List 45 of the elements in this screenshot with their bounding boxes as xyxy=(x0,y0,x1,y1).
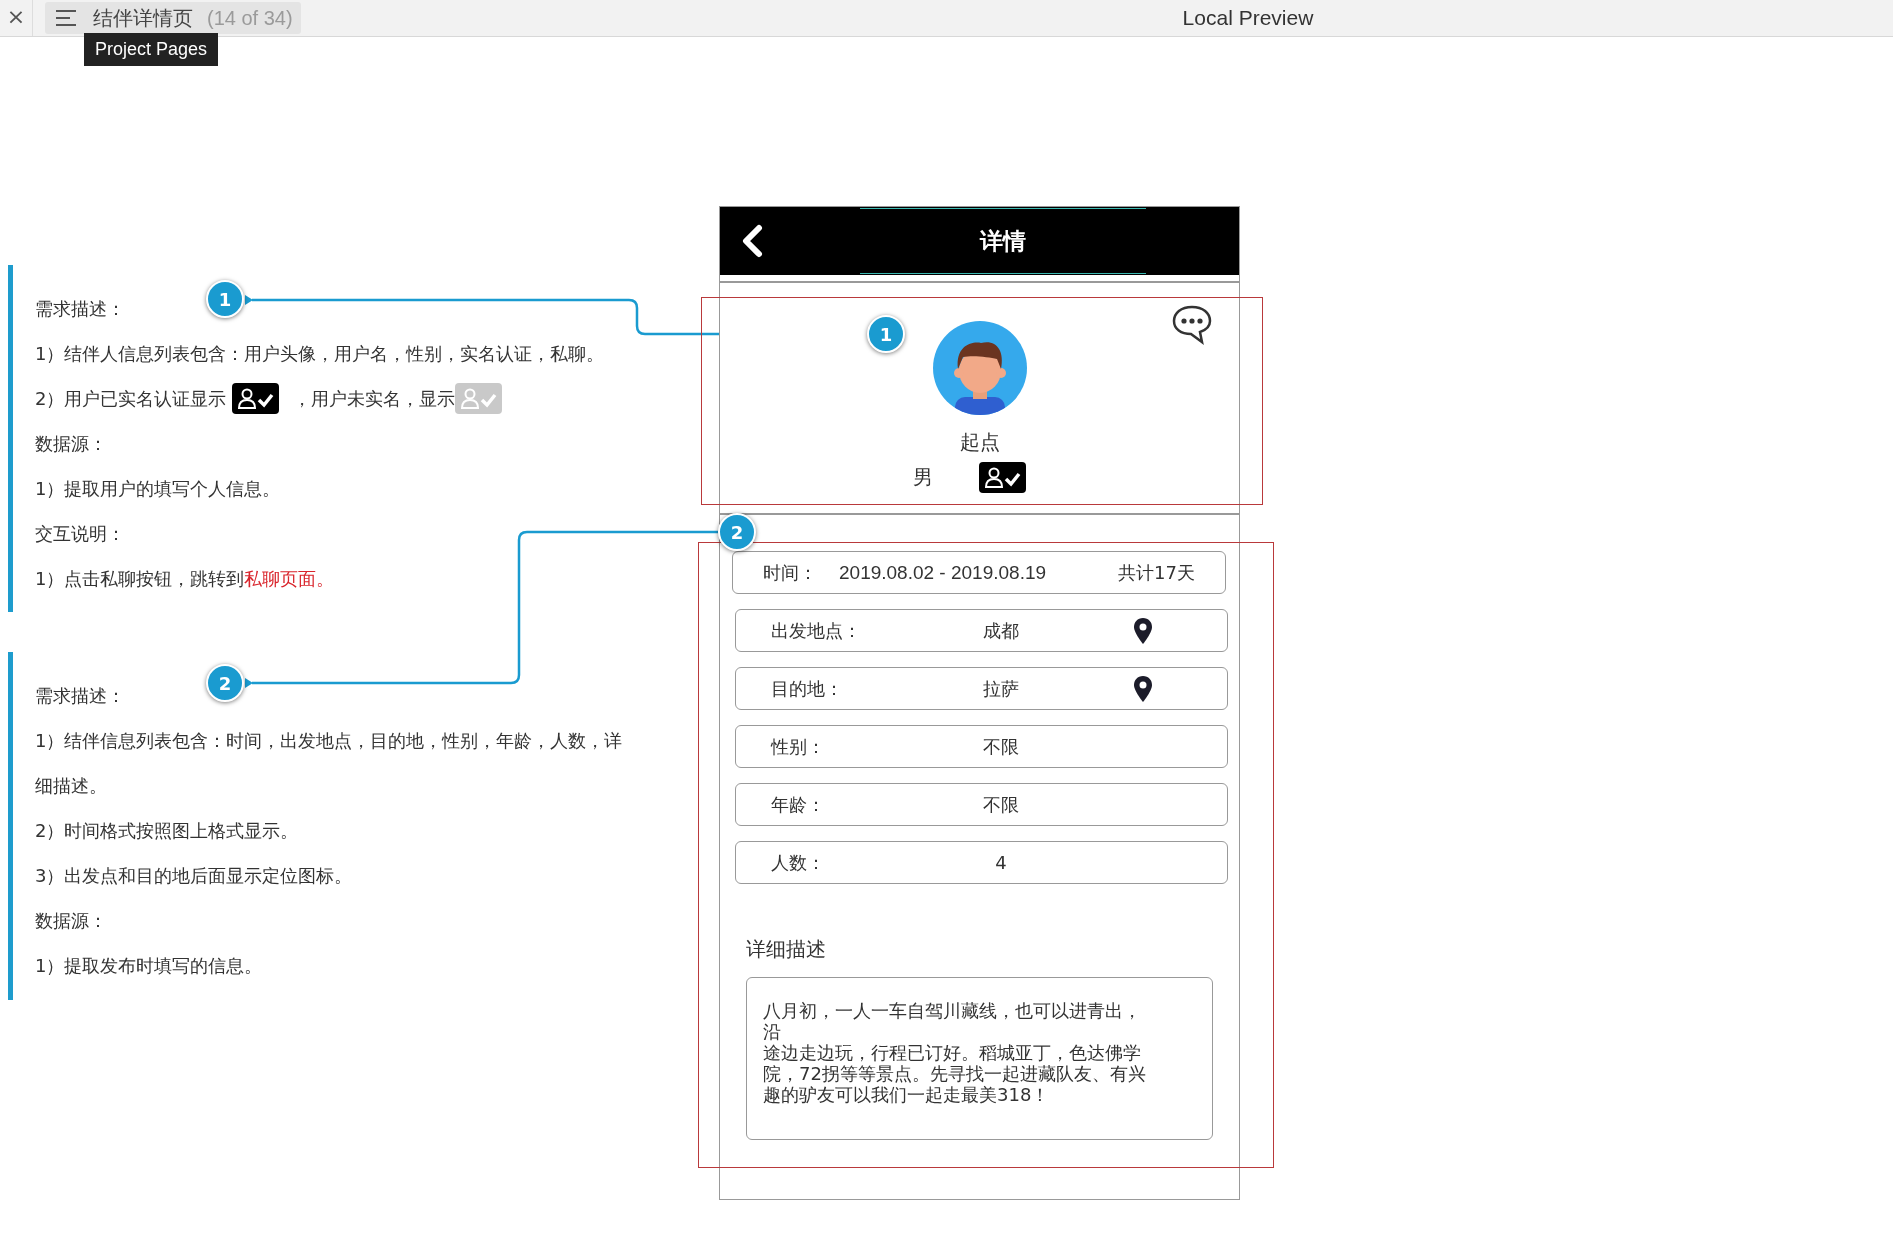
gender-text: 男 xyxy=(913,464,933,491)
description-text: 途边走边玩，行程已订好。稻城亚丁，色达佛学院，72拐等等景点。先寻找一起进藏队友、有兴趣的驴友可以我们一起走最美318！ xyxy=(763,1042,1147,1105)
annotation-heading: 交互说明： xyxy=(35,522,125,546)
field-value: 2019.08.02 - 2019.08.19 xyxy=(839,561,1047,584)
page-tab[interactable]: 结伴详情页 (14 of 34) xyxy=(45,2,301,34)
menu-icon[interactable] xyxy=(55,8,79,28)
user-name: 起点 xyxy=(959,429,1000,456)
section-title: 详细描述 xyxy=(746,936,827,963)
screen-title: 详情 xyxy=(860,208,1146,274)
field-value: 4 xyxy=(994,852,1008,873)
field-label: 性别： xyxy=(769,734,826,759)
field-label: 人数： xyxy=(770,850,826,875)
annotation-text: 2）用户已实名认证显示 xyxy=(35,386,227,411)
close-button[interactable]: × xyxy=(0,0,33,36)
field-label: 出发地点： xyxy=(770,618,862,643)
field-value: 不限 xyxy=(982,734,1020,759)
duration-text: 共计17天 xyxy=(1118,560,1195,585)
field-value: 成都 xyxy=(982,618,1020,643)
back-icon[interactable] xyxy=(740,224,764,258)
chat-icon[interactable] xyxy=(1171,303,1213,345)
annotation-text: ，用户未实名，显示 xyxy=(293,386,456,411)
field-label: 时间： xyxy=(762,560,817,585)
annotation-heading: 需求描述： xyxy=(35,684,125,708)
annotation-text: 1）提取用户的填写个人信息。 xyxy=(35,477,281,501)
tooltip: Project Pages xyxy=(84,33,219,66)
preview-label: Local Preview xyxy=(1182,6,1314,30)
annotation-heading: 数据源： xyxy=(35,432,107,456)
field-value: 不限 xyxy=(982,792,1020,817)
field-label: 年龄： xyxy=(770,792,826,817)
annotation-text: 2）时间格式按照图上格式显示。 xyxy=(35,819,299,843)
field-label: 目的地： xyxy=(770,676,844,701)
page-title: 结伴详情页 xyxy=(93,4,193,32)
callout-marker: 1 xyxy=(206,280,244,318)
field-value: 拉萨 xyxy=(982,676,1020,701)
annotation-heading: 需求描述： xyxy=(35,297,125,321)
link[interactable]: 私聊页面。 xyxy=(244,568,335,589)
annotation-heading: 数据源： xyxy=(35,909,107,933)
annotation-text: 1）点击私聊按钮，跳转到私聊页面。 xyxy=(35,567,335,591)
annotation-text: 1）结伴人信息列表包含：用户头像，用户名，性别，实名认证，私聊。 xyxy=(35,342,605,366)
annotation-text: 1）提取发布时填写的信息。 xyxy=(35,954,263,978)
page-count: (14 of 34) xyxy=(207,6,293,30)
description-text: 八月初，一人一车自驾川藏线，也可以进青出，沿 xyxy=(763,1000,1142,1042)
callout-marker: 2 xyxy=(206,664,244,702)
annotation-text: 3）出发点和目的地后面显示定位图标。 xyxy=(35,864,353,888)
annotation-text: 1）结伴信息列表包含：时间，出发地点，目的地，性别，年龄，人数，详细描述。 xyxy=(35,729,624,798)
